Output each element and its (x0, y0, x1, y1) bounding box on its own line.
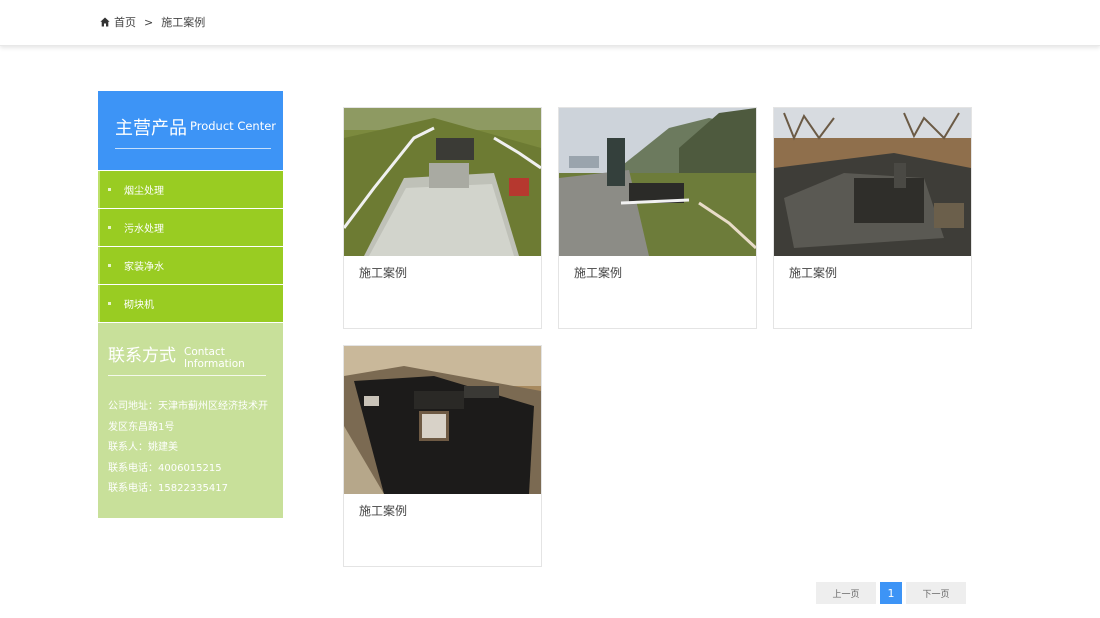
sidebar-item-home-water-purification[interactable]: 家装净水 (98, 247, 283, 284)
construction-site-photo-2[interactable] (559, 108, 756, 256)
case-caption: 施工案例 (359, 266, 408, 280)
case-caption: 施工案例 (574, 266, 623, 280)
sidebar-item-block-machine[interactable]: 砌块机 (98, 285, 283, 322)
contact-person: 联系人：姚建美 (108, 442, 178, 453)
breadcrumb-current: 施工案例 (161, 16, 206, 29)
current-page-button[interactable]: 1 (880, 582, 902, 604)
construction-site-photo-1[interactable] (344, 108, 541, 256)
sidebar-item-label: 烟尘处理 (124, 186, 164, 197)
contact-address-line-2: 发区东昌路1号 (108, 421, 175, 433)
breadcrumb-home-link[interactable]: 首页 (114, 14, 136, 30)
sidebar-item-label: 砌块机 (124, 300, 154, 311)
case-card[interactable]: 施工案例 (558, 107, 757, 329)
sidebar-item-smoke-treatment[interactable]: 烟尘处理 (98, 171, 283, 208)
product-center-title: 主营产品 (115, 118, 187, 139)
case-card[interactable]: 施工案例 (773, 107, 972, 329)
product-center-subtitle: Product Center (190, 119, 277, 133)
next-page-button[interactable]: 下一页 (906, 582, 966, 604)
case-caption: 施工案例 (359, 504, 408, 518)
construction-site-photo-3[interactable] (774, 108, 971, 256)
prev-page-button[interactable]: 上一页 (816, 582, 876, 604)
top-bar: 首页 > 施工案例 (0, 0, 1100, 46)
home-icon[interactable] (100, 17, 110, 27)
divider (108, 375, 266, 376)
contact-info: 公司地址：天津市蓟州区经济技术开 发区东昌路1号 联系人：姚建美 联系电话：40… (108, 397, 278, 500)
contact-subtitle: Contact Information (184, 346, 245, 370)
sidebar-item-sewage-treatment[interactable]: 污水处理 (98, 209, 283, 246)
contact-phone-2: 联系电话：15822335417 (108, 483, 228, 494)
sidebar-item-label: 家装净水 (124, 262, 164, 273)
contact-title: 联系方式 (108, 346, 176, 366)
case-card[interactable]: 施工案例 (343, 345, 542, 567)
sidebar-item-label: 污水处理 (124, 224, 164, 235)
case-card[interactable]: 施工案例 (343, 107, 542, 329)
product-center-header: 主营产品 Product Center (98, 91, 283, 170)
contact-panel: 联系方式 Contact Information 公司地址：天津市蓟州区经济技术… (98, 323, 283, 518)
bullet-icon (108, 302, 111, 305)
bullet-icon (108, 264, 111, 267)
contact-phone-1: 联系电话：4006015215 (108, 462, 222, 474)
bullet-icon (108, 226, 111, 229)
contact-address-line-1: 公司地址：天津市蓟州区经济技术开 (108, 401, 268, 412)
case-caption: 施工案例 (789, 266, 838, 280)
bullet-icon (108, 188, 111, 191)
divider (115, 148, 271, 149)
breadcrumb: 首页 > 施工案例 (100, 14, 205, 30)
breadcrumb-separator: > (144, 15, 154, 29)
construction-site-photo-4[interactable] (344, 346, 541, 494)
sidebar: 主营产品 Product Center 烟尘处理 污水处理 家装净水 砌块机 联… (98, 91, 283, 518)
